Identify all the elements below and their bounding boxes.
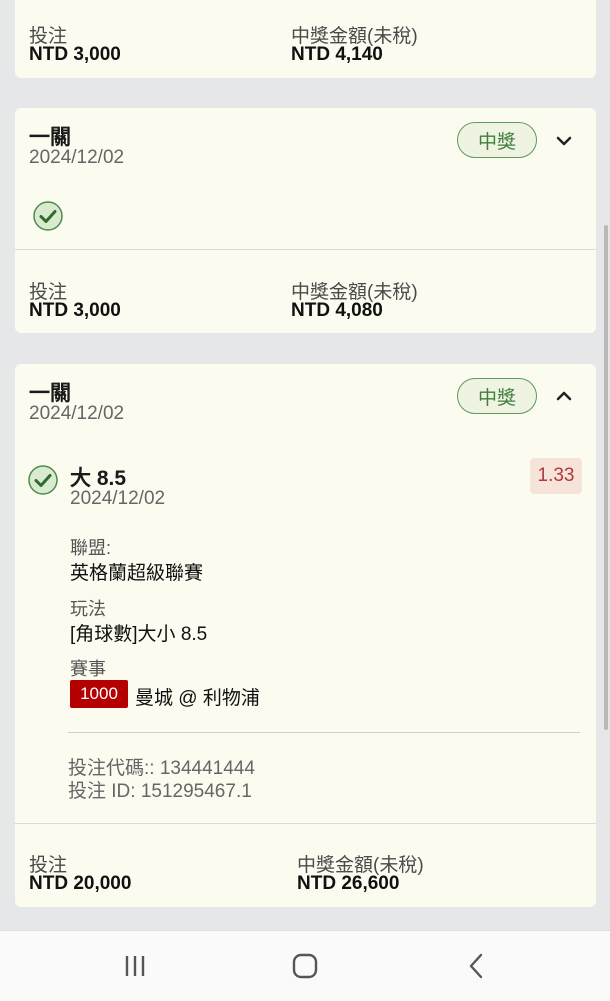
chevron-down-icon[interactable]: [554, 131, 574, 151]
status-badge: 中獎: [457, 378, 537, 414]
bet-date: 2024/12/02: [29, 403, 125, 424]
market-value: [角球數]大小 8.5: [70, 624, 208, 645]
win-value: NTD 4,140: [291, 44, 383, 65]
stake-value: NTD 3,000: [29, 300, 121, 321]
win-value: NTD 4,080: [291, 300, 383, 321]
selection-divider: [68, 732, 580, 733]
divider: [15, 249, 596, 250]
event-value: 曼城 @ 利物浦: [135, 688, 260, 709]
bet-id: 投注 ID: 151295467.1: [68, 781, 252, 802]
event-label: 賽事: [70, 659, 106, 679]
system-nav-bar: [0, 930, 610, 1001]
market-label: 玩法: [70, 599, 106, 619]
check-circle-icon: [33, 201, 63, 231]
league-label: 聯盟:: [70, 538, 112, 558]
divider: [15, 823, 596, 824]
selection-date: 2024/12/02: [70, 488, 166, 509]
check-circle-icon: [28, 465, 58, 495]
scrollbar-thumb[interactable]: [604, 225, 608, 730]
stake-value: NTD 3,000: [29, 44, 121, 65]
stake-value: NTD 20,000: [29, 873, 132, 894]
home-icon[interactable]: [290, 951, 320, 981]
event-code-badge: 1000: [70, 680, 128, 708]
win-value: NTD 26,600: [297, 873, 400, 894]
bet-card-3: 一關 2024/12/02 中獎 大 8.5 2024/12/02 1.33 聯…: [15, 364, 596, 907]
chevron-up-icon[interactable]: [554, 386, 574, 406]
back-icon[interactable]: [462, 951, 492, 981]
bet-card-1: 投注 NTD 3,000 中獎金額(未稅) NTD 4,140: [15, 0, 596, 78]
recent-apps-icon[interactable]: [120, 951, 150, 981]
odds-badge: 1.33: [530, 458, 582, 494]
status-badge: 中獎: [457, 122, 537, 158]
league-value: 英格蘭超級聯賽: [70, 563, 204, 584]
bet-date: 2024/12/02: [29, 147, 125, 168]
bet-card-2: 一關 2024/12/02 中獎 投注 NTD 3,000 中獎金額(未稅) N…: [15, 108, 596, 333]
